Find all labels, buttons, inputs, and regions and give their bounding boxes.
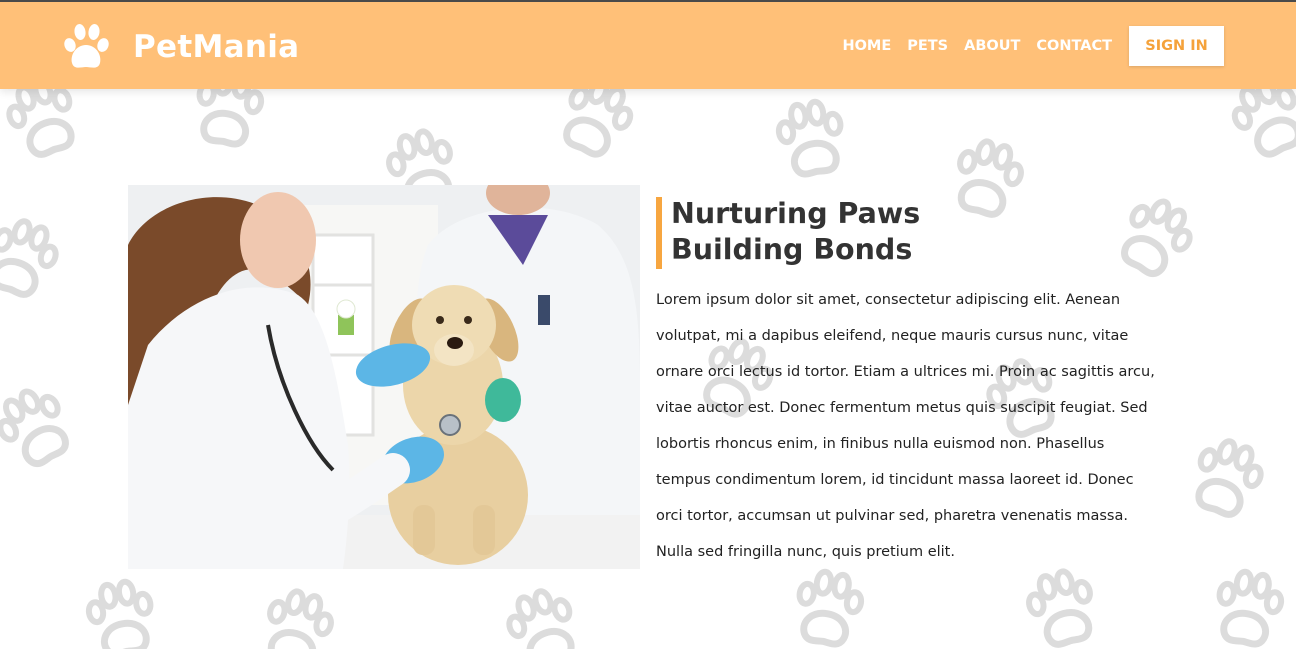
hero-heading: Nurturing Paws Building Bonds <box>671 196 1091 268</box>
page: PetMania HOME PETS ABOUT CONTACT SIGN IN <box>0 0 1296 649</box>
nav-home[interactable]: HOME <box>842 38 891 54</box>
description-line: tempus condimentum lorem, id tincidunt m… <box>656 472 1134 488</box>
description-line: lobortis rhoncus enim, in finibus nulla … <box>656 436 1105 452</box>
heading-line-1: Nurturing Paws <box>671 197 921 230</box>
description-line: ornare orci lectus id tortor. Etiam a ul… <box>656 364 1155 380</box>
brand[interactable]: PetMania <box>63 22 299 72</box>
brand-name: PetMania <box>133 29 300 65</box>
description-line: orci tortor, accumsan ut pulvinar sed, p… <box>656 508 1128 524</box>
description-line: vitae auctor est. Donec fermentum metus … <box>656 400 1148 416</box>
sign-in-button[interactable]: SIGN IN <box>1129 26 1224 66</box>
nav-contact[interactable]: CONTACT <box>1036 38 1112 54</box>
hero-description: Lorem ipsum dolor sit amet, consectetur … <box>656 282 1176 570</box>
description-line: Lorem ipsum dolor sit amet, consectetur … <box>656 292 1121 308</box>
description-line: Nulla sed fringilla nunc, quis pretium e… <box>656 544 955 560</box>
paw-icon <box>64 24 109 68</box>
navbar: PetMania HOME PETS ABOUT CONTACT SIGN IN <box>0 2 1296 89</box>
nav-about[interactable]: ABOUT <box>964 38 1020 54</box>
heading-line-2: Building Bonds <box>671 233 913 266</box>
nav-pets[interactable]: PETS <box>907 38 948 54</box>
description-line: volutpat, mi a dapibus eleifend, neque m… <box>656 328 1129 344</box>
nav-links: HOME PETS ABOUT CONTACT SIGN IN <box>842 26 1224 66</box>
top-border <box>0 0 1296 2</box>
hero-image <box>128 185 640 569</box>
heading-accent-bar <box>656 197 662 269</box>
